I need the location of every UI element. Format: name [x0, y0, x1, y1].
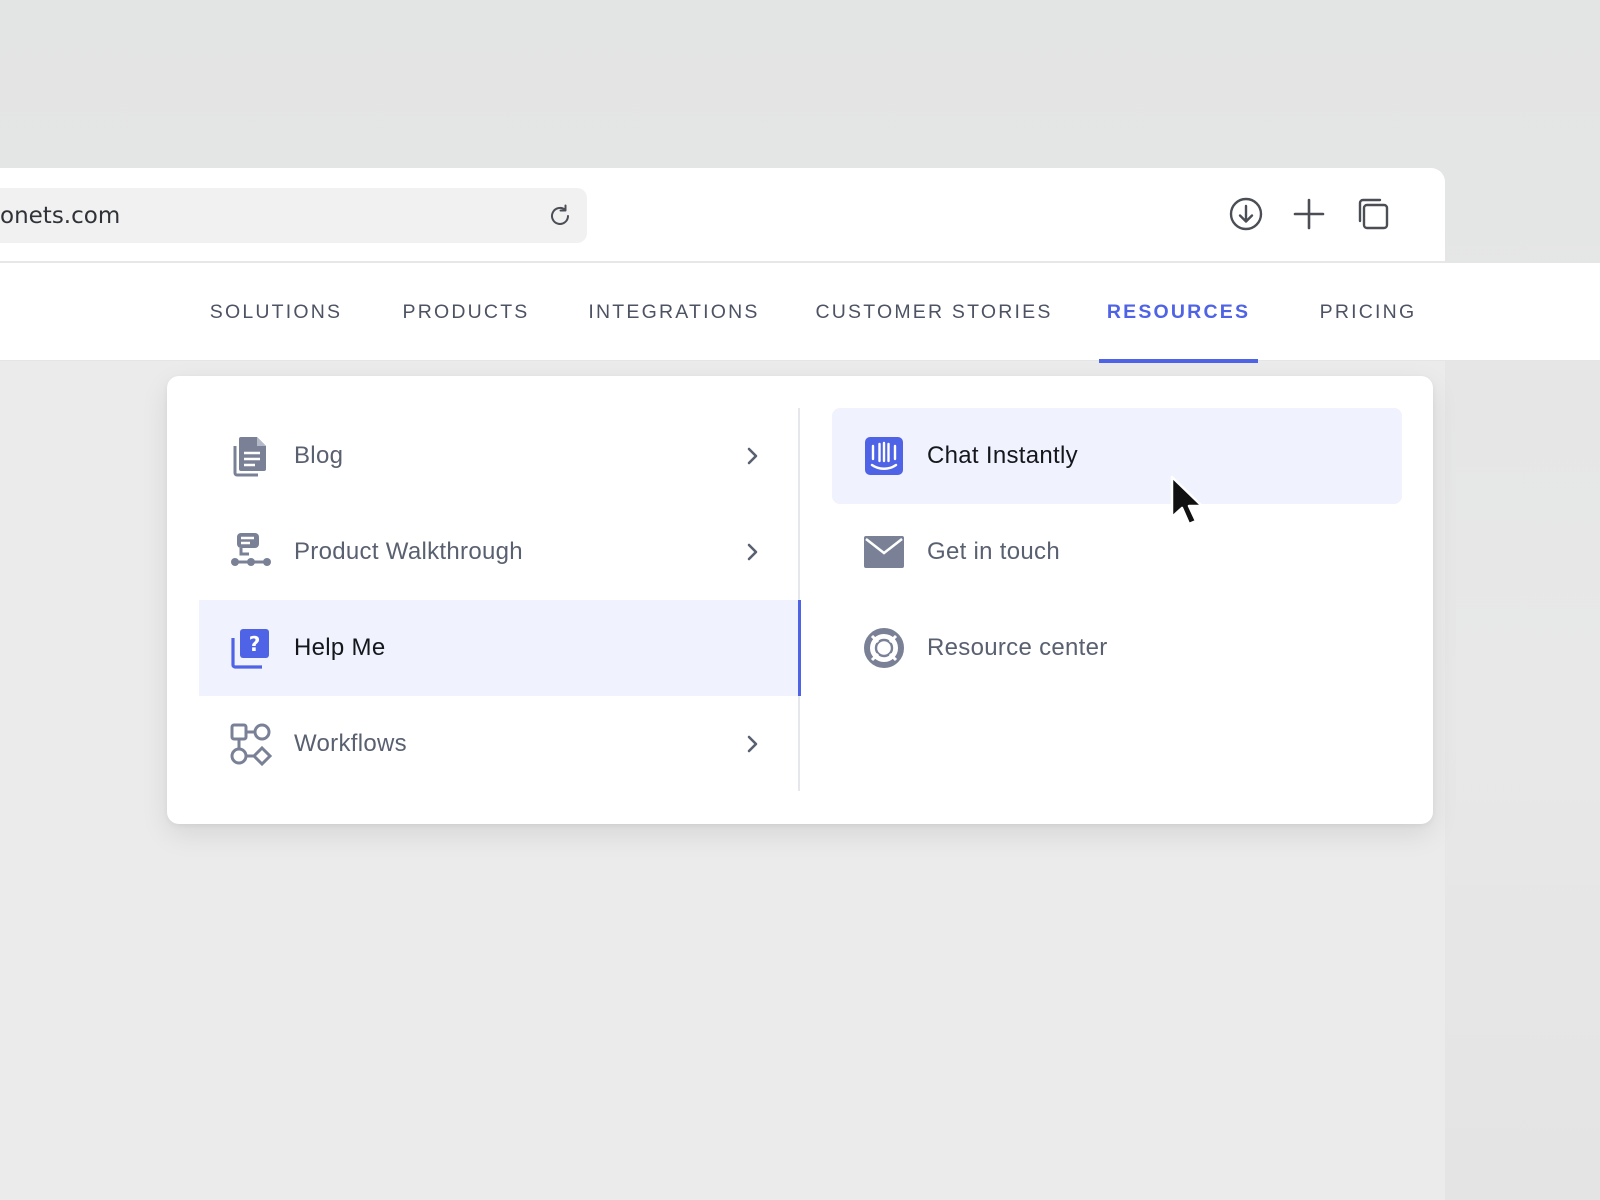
- menu-item-chat-instantly[interactable]: Chat Instantly: [832, 408, 1402, 504]
- nav-products[interactable]: PRODUCTS: [388, 263, 544, 361]
- walkthrough-icon: [231, 533, 271, 566]
- menu-item-label: Get in touch: [927, 538, 1061, 565]
- nav-integrations[interactable]: INTEGRATIONS: [575, 263, 773, 361]
- chevron-right-icon: [747, 447, 758, 465]
- menu-item-help-me[interactable]: ? Help Me: [199, 600, 801, 696]
- download-icon[interactable]: [1228, 196, 1264, 232]
- menu-item-label: Resource center: [927, 634, 1108, 661]
- menu-item-label: Blog: [294, 442, 344, 469]
- tabs-overview-icon[interactable]: [1355, 196, 1391, 232]
- menu-item-product-walkthrough[interactable]: Product Walkthrough: [199, 504, 800, 600]
- envelope-icon: [864, 536, 904, 568]
- menu-item-label: Workflows: [294, 730, 407, 757]
- nav-active-indicator: [1099, 359, 1258, 363]
- chat-icon: [865, 437, 903, 475]
- reload-icon[interactable]: [546, 202, 574, 230]
- active-item-indicator: [798, 600, 801, 696]
- menu-item-label: Product Walkthrough: [294, 538, 523, 565]
- nav-solutions[interactable]: SOLUTIONS: [196, 263, 356, 361]
- workflow-icon: [230, 723, 273, 766]
- chevron-right-icon: [747, 735, 758, 753]
- menu-item-blog[interactable]: Blog: [199, 408, 800, 504]
- nav-resources[interactable]: RESOURCES: [1099, 263, 1258, 361]
- menu-item-workflows[interactable]: Workflows: [199, 696, 800, 792]
- help-icon: ?: [231, 629, 269, 669]
- site-navbar: SOLUTIONS PRODUCTS INTEGRATIONS CUSTOMER…: [0, 263, 1600, 361]
- menu-item-label: Help Me: [294, 634, 386, 661]
- chevron-right-icon: [747, 543, 758, 561]
- mouse-pointer-icon: [1170, 475, 1204, 526]
- lifebuoy-icon: [864, 628, 904, 668]
- menu-item-resource-center[interactable]: Resource center: [832, 600, 1402, 696]
- menu-item-label: Chat Instantly: [927, 442, 1078, 469]
- address-text[interactable]: onets.com: [0, 203, 120, 229]
- nav-customer-stories[interactable]: CUSTOMER STORIES: [805, 263, 1063, 361]
- plus-icon[interactable]: [1291, 196, 1327, 232]
- nav-pricing[interactable]: PRICING: [1300, 263, 1436, 361]
- address-bar[interactable]: onets.com: [0, 188, 587, 243]
- resources-dropdown: Blog Product Walkthrough ? Help Me Workf…: [167, 376, 1433, 824]
- document-icon: [233, 437, 266, 477]
- svg-text:?: ?: [249, 632, 261, 656]
- menu-item-get-in-touch[interactable]: Get in touch: [832, 504, 1402, 600]
